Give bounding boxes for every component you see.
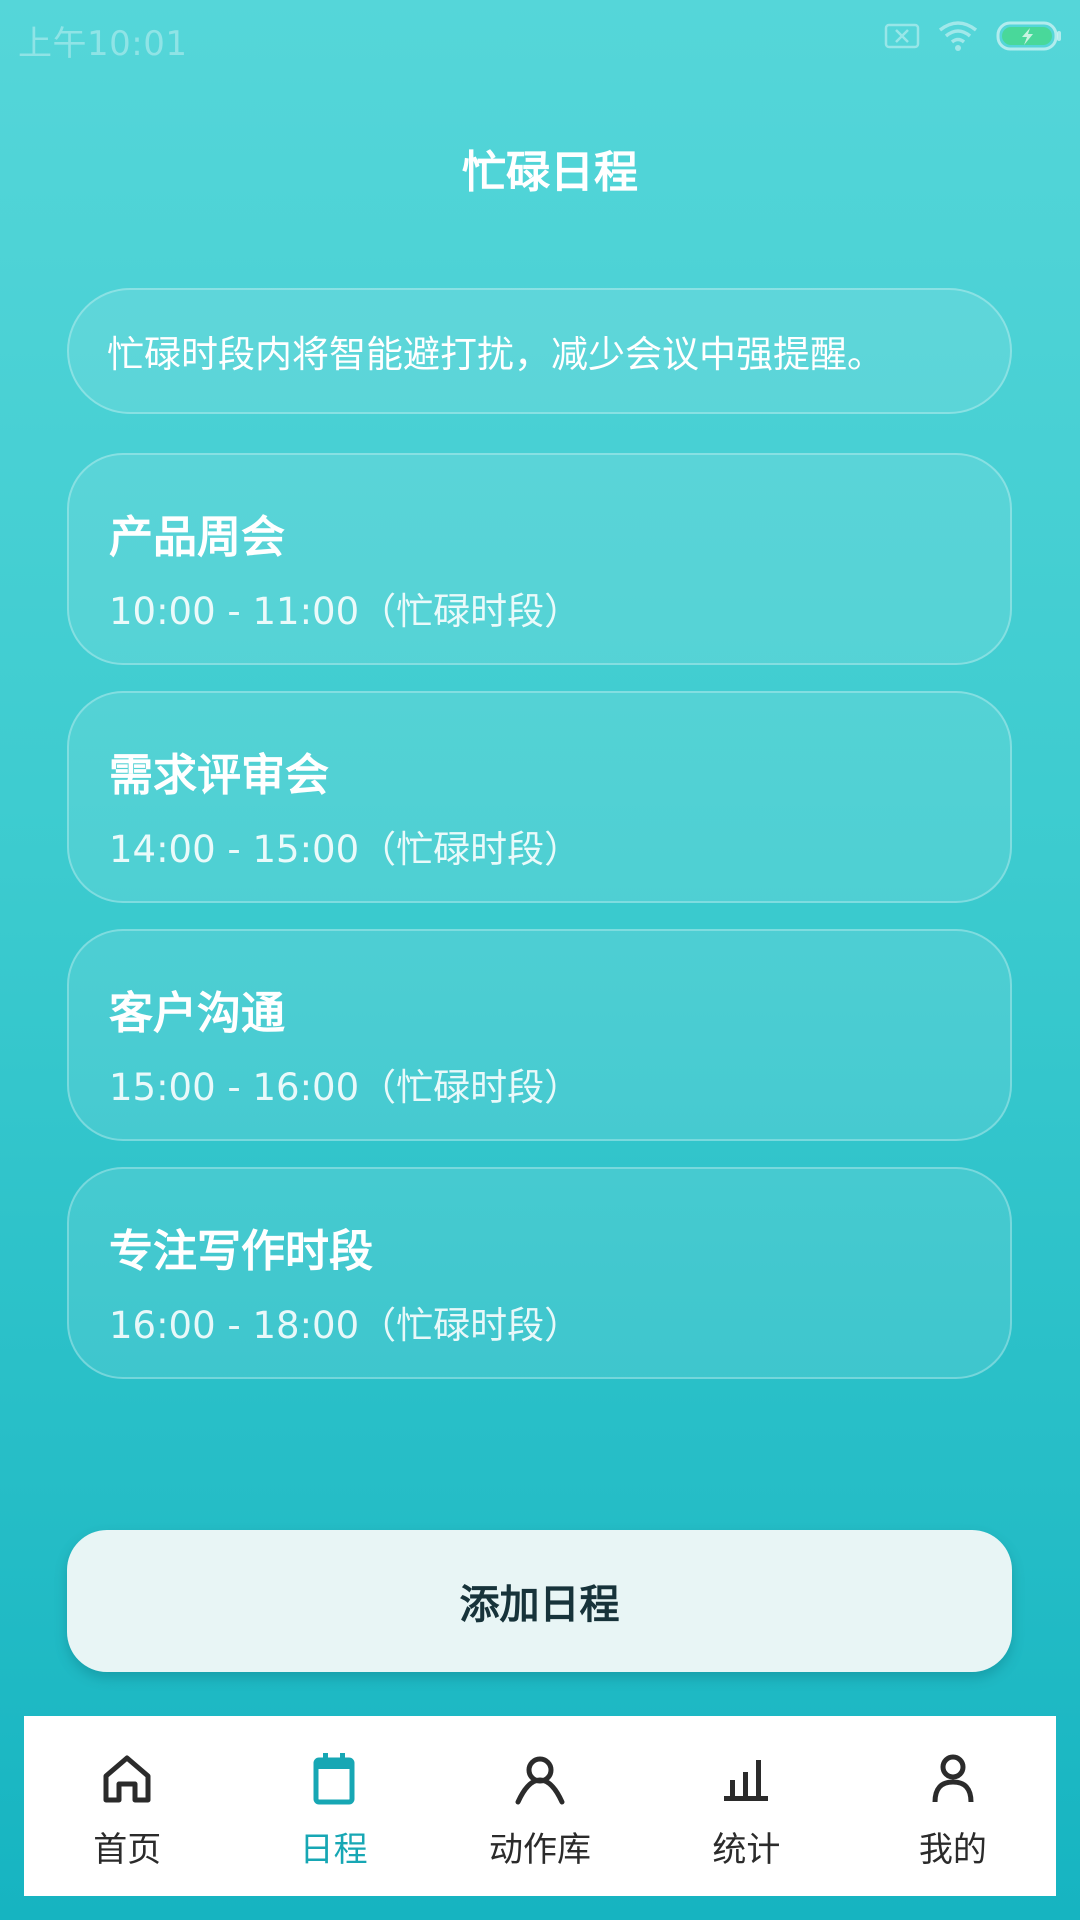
nav-item-schedule[interactable]: 日程 [230,1716,436,1896]
add-schedule-button[interactable]: 添加日程 [67,1530,1012,1672]
nav-label-action-library: 动作库 [489,1830,592,1870]
busy-info-banner: 忙碌时段内将智能避打扰，减少会议中强提醒。 [67,288,1012,414]
schedule-title: 需求评审会 [109,750,329,801]
sim-error-icon [884,23,920,49]
page-title: 忙碌日程 [462,147,638,198]
profile-icon [923,1748,983,1808]
home-icon [97,1748,157,1808]
bar-chart-icon [716,1748,776,1808]
status-bar: 上午10:01 [0,0,1080,76]
busy-info-text: 忙碌时段内将智能避打扰，减少会议中强提醒。 [107,333,884,376]
schedule-card[interactable]: 专注写作时段 16:00 - 18:00（忙碌时段） [67,1167,1012,1379]
schedule-title: 产品周会 [109,512,285,563]
nav-label-profile: 我的 [918,1830,987,1870]
schedule-title: 客户沟通 [109,988,285,1039]
schedule-time: 16:00 - 18:00（忙碌时段） [109,1304,582,1347]
calendar-icon [304,1748,364,1808]
schedule-time: 14:00 - 15:00（忙碌时段） [109,828,582,871]
battery-charging-icon [996,21,1062,51]
schedule-time: 10:00 - 11:00（忙碌时段） [109,590,582,633]
schedule-screen: 上午10:01 忙碌日程 忙碌时段内将智能避打扰，减少会议中强提醒。 产品周会 … [0,0,1080,1920]
nav-item-home[interactable]: 首页 [24,1716,230,1896]
schedule-card[interactable]: 需求评审会 14:00 - 15:00（忙碌时段） [67,691,1012,903]
schedule-title: 专注写作时段 [109,1226,373,1277]
nav-item-statistics[interactable]: 统计 [643,1716,849,1896]
nav-label-home: 首页 [93,1830,162,1870]
schedule-card[interactable]: 产品周会 10:00 - 11:00（忙碌时段） [67,453,1012,665]
wifi-icon [938,20,978,52]
nav-item-action-library[interactable]: 动作库 [437,1716,643,1896]
person-action-icon [510,1748,570,1808]
schedule-card[interactable]: 客户沟通 15:00 - 16:00（忙碌时段） [67,929,1012,1141]
nav-item-profile[interactable]: 我的 [850,1716,1056,1896]
nav-label-statistics: 统计 [712,1830,781,1870]
bottom-nav: 首页 日程 动作库 统计 我的 [24,1716,1056,1896]
status-time: 上午10:01 [18,24,188,64]
nav-label-schedule: 日程 [299,1830,368,1870]
status-icons [884,20,1062,52]
schedule-time: 15:00 - 16:00（忙碌时段） [109,1066,582,1109]
